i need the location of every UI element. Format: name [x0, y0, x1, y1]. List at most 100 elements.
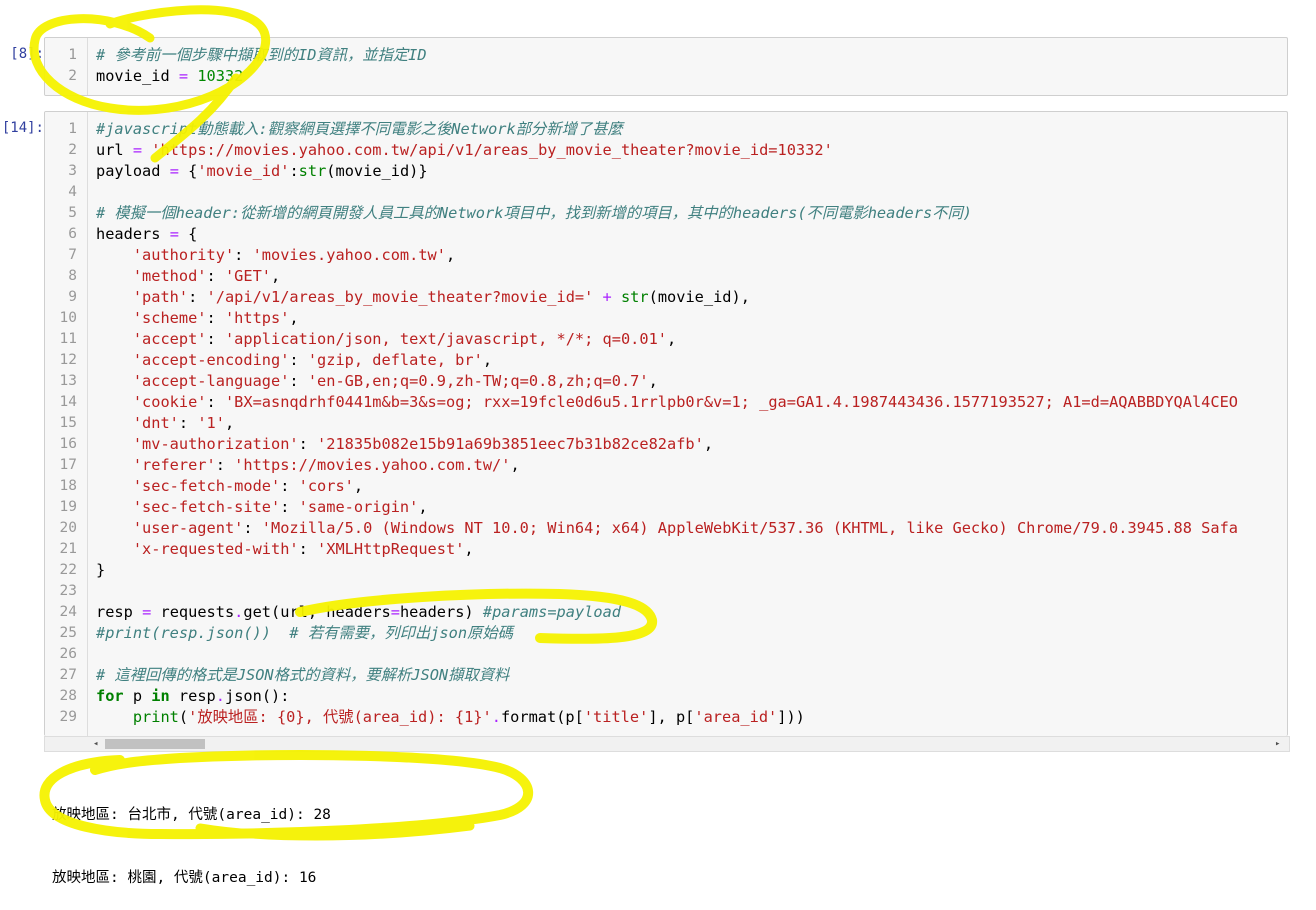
code-line[interactable]: 4	[45, 182, 1287, 203]
line-number: 14	[59, 394, 77, 410]
code-line[interactable]: 6 headers = {	[45, 224, 1287, 245]
code-text[interactable]: 'method': 'GET',	[96, 266, 280, 287]
code-cell-8[interactable]: 1 # 參考前一個步驟中擷取到的ID資訊，並指定ID 2 movie_id = 103…	[44, 37, 1288, 96]
code-text[interactable]: 'path': '/api/v1/areas_by_movie_theater?…	[96, 287, 750, 308]
code-text[interactable]: 'authority': 'movies.yahoo.com.tw',	[96, 245, 455, 266]
code-cell-14[interactable]: 1 #javascript動態載入:觀察網頁選擇不同電影之後Network部分新增…	[44, 111, 1288, 736]
cell-output: 放映地區: 台北市, 代號(area_id): 28 放映地區: 桃園, 代號(…	[52, 763, 331, 910]
code-text[interactable]: 'user-agent': 'Mozilla/5.0 (Windows NT 1…	[96, 518, 1238, 539]
code-text[interactable]: resp = requests.get(url, headers=headers…	[96, 602, 621, 623]
code-line[interactable]: 27 # 這裡回傳的格式是JSON格式的資料，要解析JSON擷取資料	[45, 665, 1287, 686]
code-line[interactable]: 22}	[45, 560, 1287, 581]
code-text[interactable]: payload = {'movie_id':str(movie_id)}	[96, 161, 428, 182]
code-token: :	[178, 414, 198, 432]
page-vertical-scrollbar[interactable]	[1302, 0, 1316, 849]
code-token: 'Mozilla/5.0 (Windows NT 10.0; Win64; x6…	[261, 519, 1238, 537]
code-line[interactable]: 16 'mv-authorization': '21835b082e15b91a…	[45, 434, 1287, 455]
code-token: .	[215, 687, 225, 705]
code-token: 'accept'	[132, 330, 207, 348]
code-line[interactable]: 26	[45, 644, 1287, 665]
horizontal-scrollbar[interactable]: ◂ ▸	[44, 736, 1290, 752]
code-line[interactable]: 18 'sec-fetch-mode': 'cors',	[45, 476, 1287, 497]
code-line[interactable]: 15 'dnt': '1',	[45, 413, 1287, 434]
code-line[interactable]: 2 movie_id = 10332	[45, 66, 1287, 87]
code-lines[interactable]: 1 #javascript動態載入:觀察網頁選擇不同電影之後Network部分新增…	[45, 119, 1287, 728]
code-text[interactable]: # 參考前一個步驟中擷取到的ID資訊，並指定ID	[96, 45, 427, 66]
code-line[interactable]: 1 # 參考前一個步驟中擷取到的ID資訊，並指定ID	[45, 45, 1287, 66]
code-lines[interactable]: 1 # 參考前一個步驟中擷取到的ID資訊，並指定ID 2 movie_id = 103…	[45, 45, 1287, 87]
code-token: :	[243, 519, 262, 537]
code-text[interactable]: 'accept': 'application/json, text/javasc…	[96, 329, 676, 350]
code-text[interactable]: 'sec-fetch-mode': 'cors',	[96, 476, 363, 497]
code-token: =	[390, 603, 400, 621]
code-line[interactable]: 10 'scheme': 'https',	[45, 308, 1287, 329]
code-token: :	[289, 372, 308, 390]
line-number: 7	[68, 247, 77, 263]
code-line[interactable]: 29 print('放映地區: {0}, 代號(area_id): {1}'.f…	[45, 707, 1287, 728]
code-token: =	[169, 225, 179, 243]
code-line[interactable]: 14 'cookie': 'BX=asnqdrhf0441m&b=3&s=og;…	[45, 392, 1287, 413]
code-line[interactable]: 7 'authority': 'movies.yahoo.com.tw',	[45, 245, 1287, 266]
code-line[interactable]: 13 'accept-language': 'en-GB,en;q=0.9,zh…	[45, 371, 1287, 392]
code-token: .	[234, 603, 244, 621]
code-text[interactable]: 'accept-encoding': 'gzip, deflate, br',	[96, 350, 492, 371]
line-number: 29	[59, 709, 77, 725]
code-line[interactable]: 17 'referer': 'https://movies.yahoo.com.…	[45, 455, 1287, 476]
code-line[interactable]: 3 payload = {'movie_id':str(movie_id)}	[45, 161, 1287, 182]
code-token: ,	[353, 477, 364, 495]
code-text[interactable]: 'sec-fetch-site': 'same-origin',	[96, 497, 428, 518]
code-token: 'cookie'	[132, 393, 207, 411]
line-number: 9	[68, 289, 77, 305]
code-token: 'method'	[132, 267, 207, 285]
output-line: 放映地區: 桃園, 代號(area_id): 16	[52, 870, 317, 886]
code-text[interactable]: # 模擬一個header:從新增的網頁開發人員工具的Network項目中，找到新…	[96, 203, 972, 224]
code-line[interactable]: 11 'accept': 'application/json, text/jav…	[45, 329, 1287, 350]
code-line[interactable]: 24 resp = requests.get(url, headers=heade…	[45, 602, 1287, 623]
code-line[interactable]: 5 # 模擬一個header:從新增的網頁開發人員工具的Network項目中，找到…	[45, 203, 1287, 224]
scroll-left-arrow-icon[interactable]: ◂	[93, 737, 98, 751]
code-text[interactable]: }	[96, 560, 105, 581]
code-text[interactable]: 'dnt': '1',	[96, 413, 234, 434]
code-line[interactable]: 28 for p in resp.json():	[45, 686, 1287, 707]
code-line[interactable]: 20 'user-agent': 'Mozilla/5.0 (Windows N…	[45, 518, 1287, 539]
line-number: 13	[59, 373, 77, 389]
code-text[interactable]: #print(resp.json()) # 若有需要，列印出json原始碼	[96, 623, 513, 644]
code-text[interactable]: # 這裡回傳的格式是JSON格式的資料，要解析JSON擷取資料	[96, 665, 509, 686]
code-line[interactable]: 12 'accept-encoding': 'gzip, deflate, br…	[45, 350, 1287, 371]
code-line[interactable]: 9 'path': '/api/v1/areas_by_movie_theate…	[45, 287, 1287, 308]
code-token: 'movies.yahoo.com.tw'	[252, 246, 446, 264]
scrollbar-thumb[interactable]	[105, 739, 205, 749]
code-line[interactable]: 21 'x-requested-with': 'XMLHttpRequest',	[45, 539, 1287, 560]
code-line[interactable]: 8 'method': 'GET',	[45, 266, 1287, 287]
code-token: :	[206, 267, 225, 285]
code-token: ,	[418, 498, 428, 516]
code-text[interactable]: 'mv-authorization': '21835b082e15b91a69b…	[96, 434, 713, 455]
code-line[interactable]: 1 #javascript動態載入:觀察網頁選擇不同電影之後Network部分新增…	[45, 119, 1287, 140]
code-text[interactable]: 'scheme': 'https',	[96, 308, 299, 329]
code-line[interactable]: 25 #print(resp.json()) # 若有需要，列印出json原始碼	[45, 623, 1287, 644]
code-text[interactable]: 'cookie': 'BX=asnqdrhf0441m&b=3&s=og; rx…	[96, 392, 1238, 413]
code-text[interactable]: 'referer': 'https://movies.yahoo.com.tw/…	[96, 455, 520, 476]
scroll-right-arrow-icon[interactable]: ▸	[1275, 737, 1280, 751]
code-text[interactable]: #javascript動態載入:觀察網頁選擇不同電影之後Network部分新增了…	[96, 119, 623, 140]
line-number: 5	[68, 205, 77, 221]
code-line[interactable]: 23	[45, 581, 1287, 602]
code-text[interactable]: 'accept-language': 'en-GB,en;q=0.9,zh-TW…	[96, 371, 658, 392]
code-text[interactable]: print('放映地區: {0}, 代號(area_id): {1}'.form…	[96, 707, 805, 728]
line-number: 26	[59, 646, 77, 662]
code-text[interactable]: movie_id = 10332	[96, 66, 243, 87]
code-text[interactable]: for p in resp.json():	[96, 686, 289, 707]
code-line[interactable]: 19 'sec-fetch-site': 'same-origin',	[45, 497, 1287, 518]
code-text[interactable]: headers = {	[96, 224, 197, 245]
code-token: 'area_id'	[694, 708, 778, 726]
code-token: 'en-GB,en;q=0.9,zh-TW;q=0.8,zh;q=0.7'	[307, 372, 649, 390]
code-token: +	[593, 288, 612, 306]
code-line[interactable]: 2 url = 'https://movies.yahoo.com.tw/api/…	[45, 140, 1287, 161]
code-text[interactable]: url = 'https://movies.yahoo.com.tw/api/v…	[96, 140, 833, 161]
code-token: 10332	[188, 67, 244, 85]
code-token: '/api/v1/areas_by_movie_theater?movie_id…	[206, 288, 594, 306]
code-text[interactable]: 'x-requested-with': 'XMLHttpRequest',	[96, 539, 474, 560]
